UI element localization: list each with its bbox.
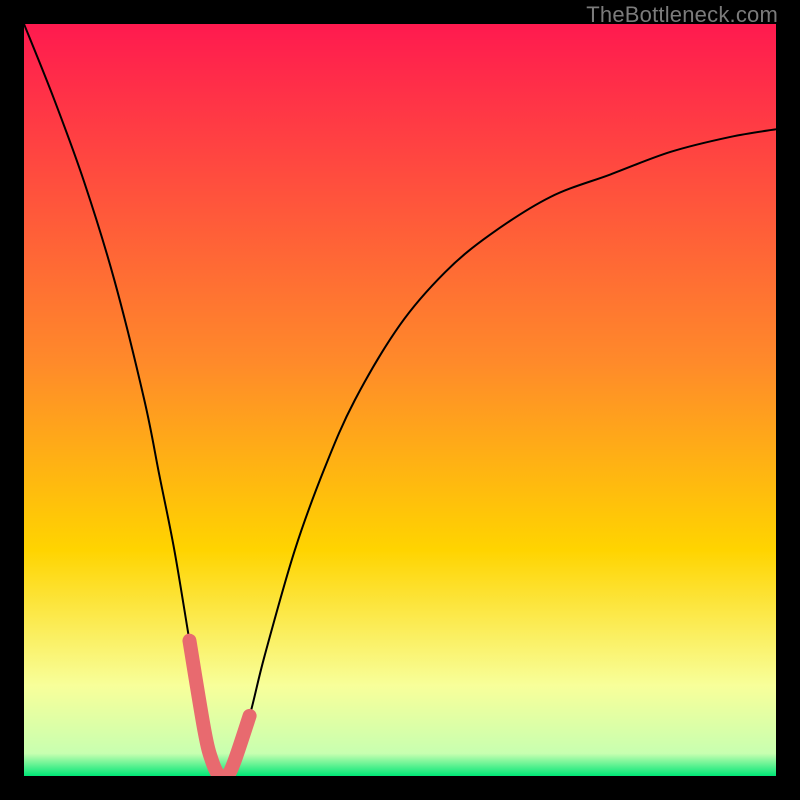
chart-frame [24, 24, 776, 776]
bottleneck-plot [24, 24, 776, 776]
watermark-text: TheBottleneck.com [586, 2, 778, 28]
gradient-background [24, 24, 776, 776]
